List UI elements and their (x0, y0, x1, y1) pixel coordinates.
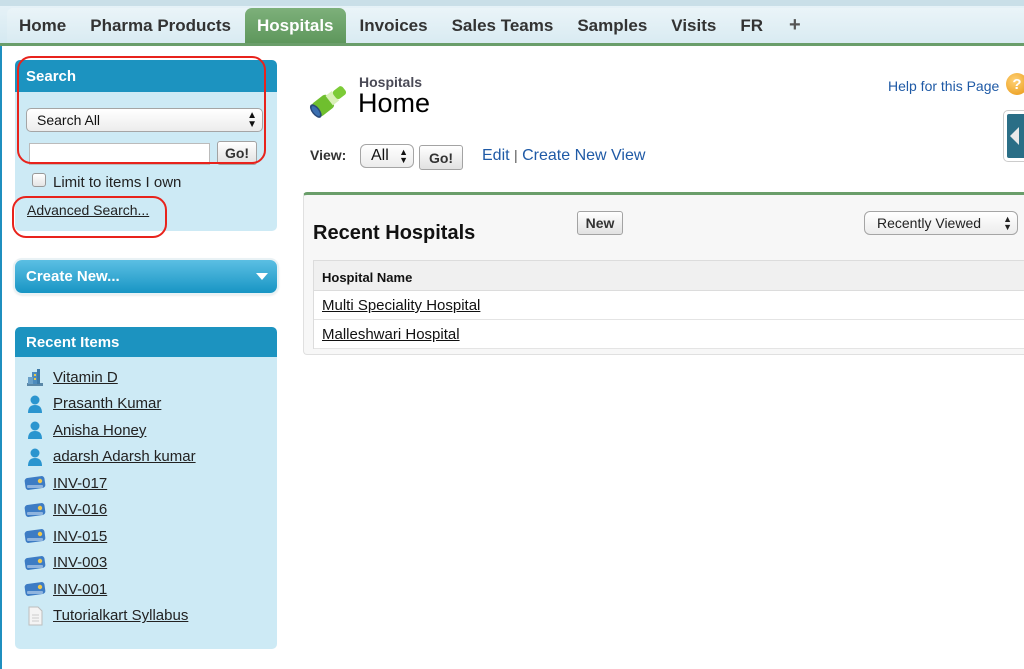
hospital-link[interactable]: Malleshwari Hospital (322, 326, 460, 343)
recent-item-link[interactable]: Prasanth Kumar (53, 395, 161, 412)
invoice-card-icon (24, 473, 46, 493)
create-new-label: Create New... (26, 268, 120, 285)
invoice-card-icon (24, 579, 46, 599)
invoice-card-icon (24, 526, 46, 546)
arrow-left-icon (1007, 114, 1024, 158)
help-link[interactable]: Help for this Page (888, 78, 999, 94)
recent-item-link[interactable]: INV-016 (53, 501, 107, 518)
select-arrows-icon: ▲ ▼ (399, 147, 408, 165)
edit-view-link[interactable]: Edit (482, 147, 510, 164)
tab-sales-teams[interactable]: Sales Teams (440, 8, 566, 43)
recent-item: Tutorialkart Syllabus (15, 603, 277, 630)
hospitals-telescope-icon (305, 74, 355, 126)
search-go-button[interactable]: Go! (217, 141, 257, 165)
tab-hospitals[interactable]: Hospitals (245, 8, 346, 43)
recent-item-link[interactable]: Anisha Honey (53, 422, 146, 439)
recent-items-title: Recent Items (15, 327, 277, 357)
create-new-view-link[interactable]: Create New View (522, 147, 645, 164)
product-icon (24, 367, 46, 387)
tab-home[interactable]: Home (7, 8, 78, 43)
select-arrows-icon: ▲ ▼ (247, 110, 257, 130)
search-input[interactable] (29, 143, 210, 165)
tab-visits[interactable]: Visits (659, 8, 728, 43)
tab-bar: Home Pharma Products Hospitals Invoices … (0, 0, 1024, 46)
person-icon (24, 394, 46, 414)
caret-down-icon (256, 273, 268, 280)
recent-item: INV-016 (15, 497, 277, 524)
tab-samples[interactable]: Samples (565, 8, 659, 43)
help-question-icon[interactable]: ? (1006, 73, 1024, 95)
tab-invoices[interactable]: Invoices (348, 8, 440, 43)
recent-items-module: Recent Items Vitamin D Prasanth Kumar An… (15, 327, 277, 649)
tab-pharma-products[interactable]: Pharma Products (78, 8, 243, 43)
left-border (0, 46, 2, 669)
recent-item-link[interactable]: adarsh Adarsh kumar (53, 448, 196, 465)
all-tabs-plus-icon[interactable]: + (775, 8, 815, 43)
tab-fr[interactable]: FR (728, 8, 775, 43)
recent-item: INV-001 (15, 576, 277, 603)
limit-to-owned-label: Limit to items I own (53, 174, 182, 191)
recent-hospitals-table: Hospital Name Multi Speciality Hospital … (313, 260, 1024, 349)
recent-item-link[interactable]: Tutorialkart Syllabus (53, 607, 188, 624)
recent-item: INV-017 (15, 470, 277, 497)
search-module: Search Search All ▲ ▼ Go! Limit to items … (15, 60, 277, 231)
view-select[interactable]: All ▲ ▼ (360, 144, 414, 168)
recent-item-link[interactable]: Vitamin D (53, 369, 118, 386)
search-module-title: Search (15, 60, 277, 92)
recent-hospitals-title: Recent Hospitals (313, 222, 476, 244)
document-icon (24, 606, 46, 626)
page-title: Home (358, 88, 431, 118)
search-module-body: Search All ▲ ▼ Go! Limit to items I own A… (15, 92, 277, 231)
select-arrows-icon: ▲ ▼ (1003, 214, 1012, 232)
recent-item-link[interactable]: INV-001 (53, 581, 107, 598)
column-header-hospital-name[interactable]: Hospital Name (314, 261, 1024, 291)
tab-list: Home Pharma Products Hospitals Invoices … (7, 8, 1024, 43)
recent-item-link[interactable]: INV-017 (53, 475, 107, 492)
recent-item: Vitamin D (15, 364, 277, 391)
recent-item: INV-015 (15, 523, 277, 550)
recent-item-link[interactable]: INV-015 (53, 528, 107, 545)
recent-item-link[interactable]: INV-003 (53, 554, 107, 571)
search-scope-value: Search All (37, 112, 101, 128)
table-row: Multi Speciality Hospital (314, 291, 1024, 320)
hospital-link[interactable]: Multi Speciality Hospital (322, 297, 480, 314)
recent-hospitals-panel: Recent Hospitals New Recently Viewed ▲ ▼ … (303, 192, 1024, 355)
create-new-dropdown[interactable]: Create New... (15, 260, 277, 293)
invoice-card-icon (24, 553, 46, 573)
collapse-sidebar-button[interactable] (1003, 110, 1024, 162)
recent-filter-select[interactable]: Recently Viewed ▲ ▼ (864, 211, 1018, 235)
invoice-card-icon (24, 500, 46, 520)
new-hospital-button[interactable]: New (577, 211, 623, 235)
search-scope-select[interactable]: Search All ▲ ▼ (26, 108, 263, 132)
person-icon (24, 420, 46, 440)
advanced-search-link[interactable]: Advanced Search... (27, 202, 149, 218)
view-select-value: All (371, 147, 389, 164)
tab-bar-top-strip (0, 0, 1024, 6)
limit-to-owned-checkbox[interactable] (32, 173, 46, 187)
view-go-button[interactable]: Go! (419, 145, 463, 170)
view-label: View: (310, 147, 347, 163)
table-row: Malleshwari Hospital (314, 320, 1024, 349)
recent-filter-value: Recently Viewed (877, 215, 982, 231)
recent-item: adarsh Adarsh kumar (15, 444, 277, 471)
link-separator: | (514, 147, 518, 163)
recent-items-list: Vitamin D Prasanth Kumar Anisha Honey ad… (15, 357, 277, 649)
recent-item: INV-003 (15, 550, 277, 577)
recent-item: Prasanth Kumar (15, 391, 277, 418)
view-links: Edit | Create New View (482, 147, 645, 165)
person-icon (24, 447, 46, 467)
recent-item: Anisha Honey (15, 417, 277, 444)
